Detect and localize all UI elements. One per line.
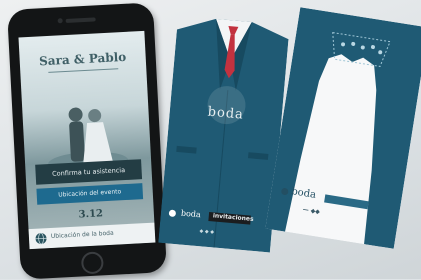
phone-camera: [57, 18, 63, 24]
event-date: 3.12: [78, 208, 104, 221]
groom-footer-brand: boda: [180, 208, 202, 220]
phone-speaker: [65, 17, 96, 23]
globe-icon: [35, 232, 47, 245]
phone-screen: Sara & Pablo Confirma tu asistencia Ubic…: [18, 30, 156, 250]
dot-icon: [168, 209, 177, 218]
product-photo: Sara & Pablo Confirma tu asistencia Ubic…: [0, 0, 421, 280]
bottom-bar-label: Ubicación de la boda: [50, 229, 114, 241]
dot-icon: [280, 187, 289, 196]
phone-mockup: Sara & Pablo Confirma tu asistencia Ubic…: [7, 2, 167, 280]
location-button[interactable]: Ubicación del evento: [36, 183, 144, 205]
bottom-bar[interactable]: Ubicación de la boda: [28, 222, 156, 250]
rsvp-button[interactable]: Confirma tu asistencia: [35, 159, 143, 185]
dress-illustration: [265, 7, 421, 249]
home-button: [80, 251, 104, 275]
title-divider: [48, 68, 119, 73]
groom-small-text: ◆ ◆ ◆: [199, 228, 215, 236]
bride-card: boda — ◆◆: [265, 7, 421, 249]
app-title: Sara & Pablo: [38, 49, 127, 69]
